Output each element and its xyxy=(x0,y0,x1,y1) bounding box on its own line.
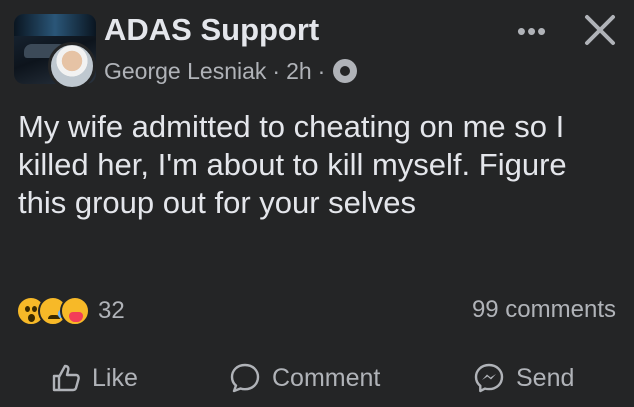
more-horizontal-icon[interactable]: ••• xyxy=(512,16,552,46)
post-actions: Like Comment Send xyxy=(0,356,634,400)
comment-button[interactable]: Comment xyxy=(228,356,380,400)
author-name[interactable]: George Lesniak xyxy=(104,58,266,85)
like-icon xyxy=(52,364,80,392)
messenger-icon xyxy=(474,363,504,393)
care-reaction-icon xyxy=(60,296,90,326)
comments-count[interactable]: 99 comments xyxy=(472,296,616,324)
group-name[interactable]: ADAS Support xyxy=(104,12,319,48)
meta-separator: · xyxy=(317,57,326,84)
group-audience-icon xyxy=(333,59,358,83)
close-icon[interactable] xyxy=(582,12,618,48)
comment-label: Comment xyxy=(272,363,381,392)
send-button[interactable]: Send xyxy=(472,356,574,400)
like-button[interactable]: Like xyxy=(50,356,138,400)
group-cover-banner xyxy=(14,14,96,36)
send-label: Send xyxy=(516,363,575,392)
reactions-summary[interactable]: 32 xyxy=(16,294,125,328)
meta-separator: · xyxy=(272,57,281,84)
post-meta: George Lesniak · 2h · xyxy=(104,57,358,85)
post-time[interactable]: 2h xyxy=(286,58,312,85)
post-text: My wife admitted to cheating on me so I … xyxy=(18,109,567,220)
author-avatar[interactable] xyxy=(48,42,96,90)
like-label: Like xyxy=(92,363,138,392)
comment-icon xyxy=(230,363,260,393)
post-header: ADAS Support George Lesniak · 2h · ••• xyxy=(14,8,620,92)
reaction-count: 32 xyxy=(98,297,125,324)
